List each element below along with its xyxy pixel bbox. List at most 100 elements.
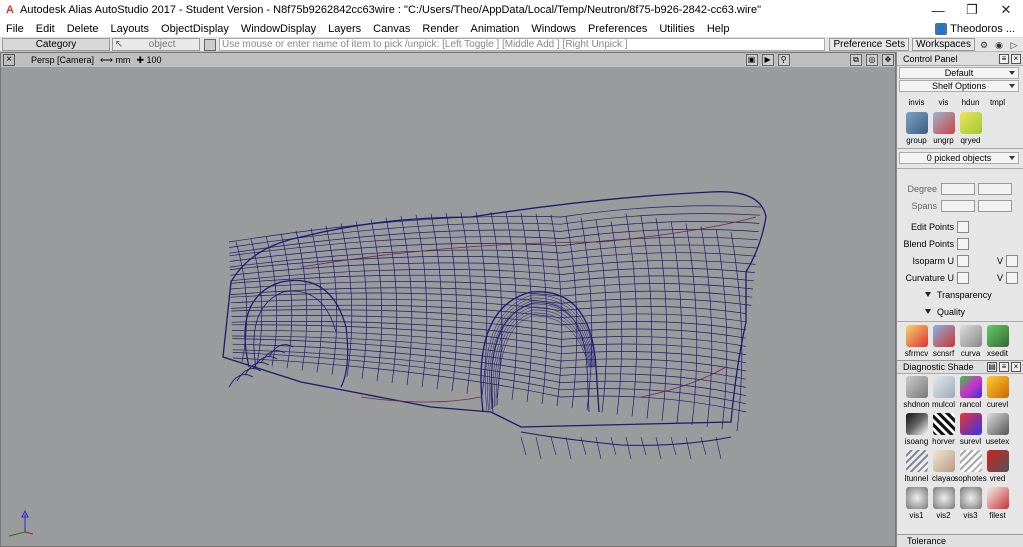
invis-tool[interactable]: invis — [903, 92, 930, 110]
car-wireframe-model[interactable] — [1, 67, 896, 547]
group-tool[interactable]: group — [903, 110, 930, 147]
menu-help[interactable]: Help — [701, 20, 736, 38]
viewport-header: × Persp [Camera] ⟷ mm ✚ 100 ▣ ▶ ⚲ ⧉ ◎ ✥ — [1, 53, 895, 67]
units-label: ⟷ mm — [100, 54, 131, 65]
shdnon-tool[interactable]: shdnon — [903, 374, 930, 411]
minimize-button[interactable]: — — [921, 0, 955, 20]
menu-layers[interactable]: Layers — [322, 20, 367, 38]
shelf-options-dropdown[interactable]: Shelf Options — [899, 80, 1019, 92]
restore-button[interactable]: ❐ — [955, 0, 989, 20]
preference-sets-button[interactable]: Preference Sets — [829, 38, 910, 51]
blend-points-checkbox[interactable] — [957, 237, 969, 250]
menu-windows[interactable]: Windows — [525, 20, 582, 38]
curvature-v-checkbox[interactable] — [1006, 271, 1019, 284]
isoparm-label: Isoparm U — [912, 255, 954, 266]
close-viewport-icon[interactable]: × — [3, 54, 15, 66]
object-selector[interactable]: ↖ object — [112, 38, 200, 51]
filest-tool[interactable]: filest — [984, 485, 1011, 522]
camera-name[interactable]: Persp [Camera] — [31, 55, 94, 65]
curvature-icon — [959, 325, 982, 347]
camera-record-icon[interactable]: ▶ — [761, 54, 774, 66]
close-button[interactable]: ✕ — [989, 0, 1023, 20]
sfrmcv-tool[interactable]: sfrmcv — [903, 323, 930, 360]
zoom-icon[interactable]: ⚲ — [777, 54, 790, 66]
vis1-tool[interactable]: vis1 — [903, 485, 930, 522]
record-icon[interactable]: ◉ — [993, 39, 1005, 51]
user-account-button[interactable]: 👤 Theodoros ... — [935, 22, 1023, 35]
vis2-tool[interactable]: vis2 — [930, 485, 957, 522]
mulcol-tool[interactable]: mulcol — [930, 374, 957, 411]
grid-size: ✚ 100 — [136, 54, 162, 65]
layout-icon[interactable]: ⧉ — [850, 54, 862, 66]
xsedit-tool[interactable]: xsedit — [984, 323, 1011, 360]
scnsrf-tool[interactable]: scnsrf — [930, 323, 957, 360]
vis3-tool[interactable]: vis3 — [957, 485, 984, 522]
prompt-bar: Category ↖ object Use mouse or enter nam… — [0, 38, 1023, 52]
curvature-row: Curvature U V — [897, 269, 1023, 286]
divider — [897, 321, 1023, 322]
curvature-u-checkbox[interactable] — [957, 271, 969, 284]
play-icon[interactable]: ▷ — [1008, 39, 1020, 51]
diagnostic-menu-icon[interactable]: ≡ — [999, 362, 1009, 372]
diagnostic-close-icon[interactable]: × — [1011, 362, 1021, 372]
quality-section[interactable]: Quality — [897, 303, 1023, 320]
ungrp-tool[interactable]: ungrp — [930, 110, 957, 147]
query-edit-icon — [959, 112, 982, 134]
menu-animation[interactable]: Animation — [465, 20, 526, 38]
curva-tool[interactable]: curva — [957, 323, 984, 360]
edit-points-checkbox[interactable] — [957, 220, 969, 233]
perspective-viewport[interactable]: × Persp [Camera] ⟷ mm ✚ 100 ▣ ▶ ⚲ ⧉ ◎ ✥ — [0, 52, 896, 547]
camera-view-icon[interactable]: ▣ — [745, 54, 758, 66]
prompt-line[interactable]: Use mouse or enter name of item to pick … — [219, 38, 826, 51]
degree-u-field[interactable] — [941, 182, 975, 195]
surface-from-curve-icon — [905, 325, 928, 347]
transparency-section[interactable]: Transparency — [897, 286, 1023, 303]
picked-objects-dropdown[interactable]: 0 picked objects — [899, 152, 1019, 164]
menu-windowdisplay[interactable]: WindowDisplay — [235, 20, 322, 38]
tolerance-section[interactable]: Tolerance — [897, 534, 1023, 547]
curvature-eval-icon — [986, 376, 1009, 398]
clayao-tool[interactable]: clayao — [930, 448, 957, 485]
spans-u-field[interactable] — [941, 199, 975, 212]
menu-edit[interactable]: Edit — [30, 20, 61, 38]
prompt-history-icon[interactable] — [204, 38, 216, 51]
autodesk-logo-icon: A — [6, 4, 14, 16]
category-selector[interactable]: Category — [2, 38, 110, 51]
curevl-tool[interactable]: curevl — [984, 374, 1011, 411]
surevl-tool[interactable]: surevl — [957, 411, 984, 448]
diagnostic-view-icon[interactable]: ▤ — [987, 362, 997, 372]
panel-close-icon[interactable]: × — [1011, 53, 1021, 64]
vred-tool[interactable]: vred — [984, 448, 1011, 485]
menu-render[interactable]: Render — [416, 20, 464, 38]
isoparm-v-checkbox[interactable] — [1006, 254, 1019, 267]
menu-preferences[interactable]: Preferences — [582, 20, 653, 38]
menu-canvas[interactable]: Canvas — [367, 20, 416, 38]
panel-menu-icon[interactable]: ≡ — [999, 53, 1009, 64]
menu-utilities[interactable]: Utilities — [653, 20, 700, 38]
ltunnel-tool[interactable]: ltunnel — [903, 448, 930, 485]
rancol-tool[interactable]: rancol — [957, 374, 984, 411]
sophotes-tool[interactable]: sophotes — [954, 448, 987, 485]
group-icon — [905, 112, 928, 134]
tmpl-tool[interactable]: tmpl — [984, 92, 1011, 110]
menu-delete[interactable]: Delete — [61, 20, 105, 38]
workspaces-button[interactable]: Workspaces — [912, 38, 975, 51]
control-panel-header: Control Panel ≡ × — [897, 52, 1023, 66]
degree-v-field[interactable] — [978, 182, 1012, 195]
vis-tool[interactable]: vis — [930, 92, 957, 110]
usetex-tool[interactable]: usetex — [984, 411, 1011, 448]
menu-objectdisplay[interactable]: ObjectDisplay — [155, 20, 235, 38]
spans-row: Spans — [897, 197, 1023, 214]
isoparm-u-checkbox[interactable] — [957, 254, 969, 267]
horver-tool[interactable]: horver — [930, 411, 957, 448]
menu-file[interactable]: File — [0, 20, 30, 38]
qryed-tool[interactable]: qryed — [957, 110, 984, 147]
tools-icon[interactable]: ⚙ — [978, 39, 990, 51]
spans-v-field[interactable] — [978, 199, 1012, 212]
hdun-tool[interactable]: hdun — [957, 92, 984, 110]
preset-dropdown[interactable]: Default — [899, 67, 1019, 79]
isoang-tool[interactable]: isoang — [903, 411, 930, 448]
fit-view-icon[interactable]: ◎ — [866, 54, 878, 66]
menu-layouts[interactable]: Layouts — [105, 20, 156, 38]
maximize-viewport-icon[interactable]: ✥ — [882, 54, 894, 66]
